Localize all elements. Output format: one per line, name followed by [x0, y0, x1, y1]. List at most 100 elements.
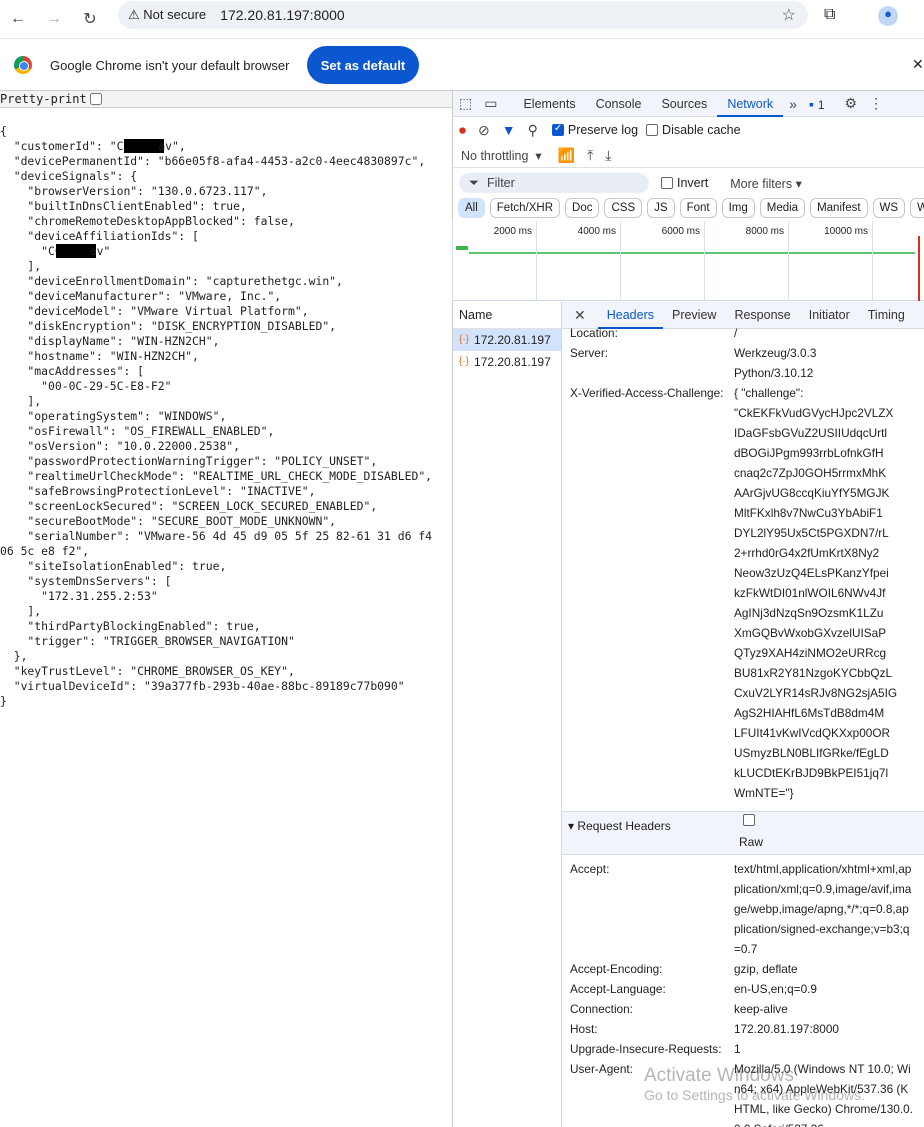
- request-row[interactable]: {·} 172.20.81.197: [453, 329, 561, 351]
- type-filter-wasm[interactable]: Wasm: [910, 198, 924, 218]
- request-headers-title[interactable]: ▾ Request Headers: [568, 819, 671, 833]
- throttling-select[interactable]: No throttling ▾: [453, 148, 542, 163]
- header-name: [562, 743, 734, 763]
- json-line: ],: [0, 394, 432, 409]
- reload-icon[interactable]: ↻: [72, 9, 108, 29]
- preserve-log-check[interactable]: [551, 123, 564, 136]
- filter-icon[interactable]: ▼: [496, 122, 522, 138]
- raw-label: Raw: [739, 835, 764, 849]
- type-filter-all[interactable]: All: [458, 198, 485, 218]
- disable-cache-checkbox[interactable]: Disable cache: [646, 123, 741, 137]
- header-value: DYL2lY95Ux5Ct5PGXDN7/rL: [734, 526, 889, 540]
- tab-sources[interactable]: Sources: [651, 91, 717, 117]
- json-text: "devicePermanentId": "b66e05f8-afa4-4453…: [0, 154, 426, 168]
- more-filters-dropdown[interactable]: More filters ▾: [730, 176, 802, 191]
- header-row: "CkEKFkVudGVycHJpc2VLZX: [562, 403, 924, 423]
- json-text: "customerId": "C0: [0, 139, 131, 153]
- import-har-icon[interactable]: ⤒: [581, 147, 599, 164]
- profile-avatar[interactable]: ●: [878, 6, 898, 26]
- clear-icon[interactable]: ⊘: [472, 122, 496, 139]
- close-details-icon[interactable]: ✕: [562, 307, 598, 324]
- extensions-icon[interactable]: ⧉: [824, 6, 835, 24]
- more-options-icon[interactable]: ⋮: [863, 95, 889, 112]
- raw-checkbox[interactable]: [743, 814, 755, 826]
- device-toolbar-icon[interactable]: ▭: [478, 95, 503, 112]
- back-icon[interactable]: ←: [0, 10, 36, 28]
- header-name: User-Agent:: [570, 1062, 633, 1076]
- timeline-tick: 6000 ms: [620, 221, 704, 301]
- header-value: 1: [734, 1042, 741, 1056]
- type-filter-css[interactable]: CSS: [604, 198, 643, 218]
- close-icon[interactable]: ✕: [912, 56, 924, 73]
- request-details-panel: ✕ Headers Preview Response Initiator Timing …: [562, 302, 924, 1127]
- set-as-default-button[interactable]: Set as default: [307, 46, 419, 84]
- header-value: 172.20.81.197:8000: [734, 1022, 839, 1036]
- document-request-icon: {·}: [459, 334, 470, 345]
- filter-input[interactable]: ⏷ Filter: [459, 173, 649, 193]
- name-column-header[interactable]: Name: [453, 302, 561, 329]
- json-text: "00-0C-29-5C-E8-F2": [0, 379, 172, 393]
- record-stop-icon[interactable]: ⏺: [453, 122, 472, 139]
- tab-elements[interactable]: Elements: [513, 91, 585, 117]
- address-bar[interactable]: ⚠ Not secure 172.20.81.197:8000 ☆: [118, 1, 808, 29]
- type-filter-ws[interactable]: WS: [872, 198, 906, 218]
- type-filter-media[interactable]: Media: [759, 198, 806, 218]
- pretty-print-label: Pretty-print: [0, 92, 87, 106]
- throttling-toolbar: No throttling ▾ 📶 ⤒ ⤓: [453, 144, 924, 168]
- header-name: [562, 463, 734, 483]
- disable-cache-check[interactable]: [646, 124, 659, 136]
- chrome-logo-icon: [14, 56, 32, 74]
- request-row[interactable]: {·} 172.20.81.197: [453, 351, 561, 373]
- header-row: kLUCDtEKrBJD9BkPEI51jq7l: [562, 763, 924, 783]
- header-value: en-US,en;q=0.9: [734, 982, 817, 996]
- type-filter-js[interactable]: JS: [647, 198, 675, 218]
- type-filter-fetch-xhr[interactable]: Fetch/XHR: [489, 198, 561, 218]
- security-indicator[interactable]: ⚠ Not secure: [128, 7, 206, 23]
- type-filter-img[interactable]: Img: [721, 198, 755, 218]
- bookmark-star-icon[interactable]: ☆: [782, 5, 796, 25]
- header-row: cnaq2c7ZpJ0GOH5rrmxMhK: [562, 463, 924, 483]
- header-row: DYL2lY95Ux5Ct5PGXDN7/rL: [562, 523, 924, 543]
- settings-gear-icon[interactable]: ⚙: [839, 95, 864, 112]
- preserve-log-label: Preserve log: [567, 123, 639, 137]
- json-text: "thirdPartyBlockingEnabled": true,: [0, 619, 261, 633]
- type-filter-font[interactable]: Font: [679, 198, 717, 218]
- header-row: XmGQBvWxobGXvzelUISaP: [562, 623, 924, 643]
- json-text: "virtualDeviceId": "39a377fb-293b-40ae-8…: [0, 679, 405, 693]
- issues-icon[interactable]: ▪ 1: [803, 96, 831, 112]
- header-value: keep-alive: [734, 1002, 788, 1016]
- json-line: "displayName": "WIN-HZN2CH",: [0, 334, 432, 349]
- request-headers-section[interactable]: ▾ Request Headers Raw: [562, 811, 924, 855]
- header-value: gzip, deflate: [734, 962, 798, 976]
- header-row: Connection: keep-alive: [562, 999, 924, 1019]
- header-value: AgS2HIAHfL6MsTdB8dm4M: [734, 706, 885, 720]
- filter-bar: ⏷ Filter Invert More filters ▾: [453, 171, 924, 195]
- header-name: Accept:: [570, 862, 610, 876]
- export-har-icon[interactable]: ⤓: [599, 147, 617, 164]
- devtools-tab-bar: ⬚ ▭ Elements Console Sources Network » ▪ 1 …: [453, 91, 924, 117]
- json-text: "deviceAffiliationIds": [: [0, 229, 199, 243]
- json-line: "deviceAffiliationIds": [: [0, 229, 432, 244]
- timeline-tick: 10000 ms: [788, 221, 872, 301]
- type-filter-manifest[interactable]: Manifest: [810, 198, 868, 218]
- url-text[interactable]: 172.20.81.197:8000: [220, 7, 345, 23]
- inspect-element-icon[interactable]: ⬚: [453, 95, 478, 112]
- tick-label: 4000 ms: [577, 226, 616, 237]
- forward-icon[interactable]: →: [36, 10, 72, 28]
- more-tabs-icon[interactable]: »: [783, 96, 803, 112]
- network-conditions-icon[interactable]: 📶: [552, 147, 581, 164]
- invert-checkbox[interactable]: Invert: [661, 176, 708, 190]
- default-browser-infobar: Google Chrome isn't your default browser…: [0, 38, 924, 91]
- tab-network[interactable]: Network: [717, 91, 784, 117]
- type-filter-doc[interactable]: Doc: [565, 198, 600, 218]
- invert-check[interactable]: [661, 177, 673, 189]
- header-row: AArGjvUG8ccqKiuYfY5MGJK: [562, 483, 924, 503]
- pretty-print-checkbox[interactable]: [89, 93, 102, 105]
- search-icon[interactable]: ⚲: [522, 122, 544, 139]
- header-value: Python/3.10.12: [734, 366, 814, 380]
- header-name: Location:: [570, 326, 618, 340]
- preserve-log-checkbox[interactable]: Preserve log: [551, 123, 639, 137]
- tab-console[interactable]: Console: [586, 91, 652, 117]
- json-line: "serialNumber": "VMware-56 4d 45 d9 05 5…: [0, 529, 432, 544]
- json-text: "siteIsolationEnabled": true,: [0, 559, 227, 573]
